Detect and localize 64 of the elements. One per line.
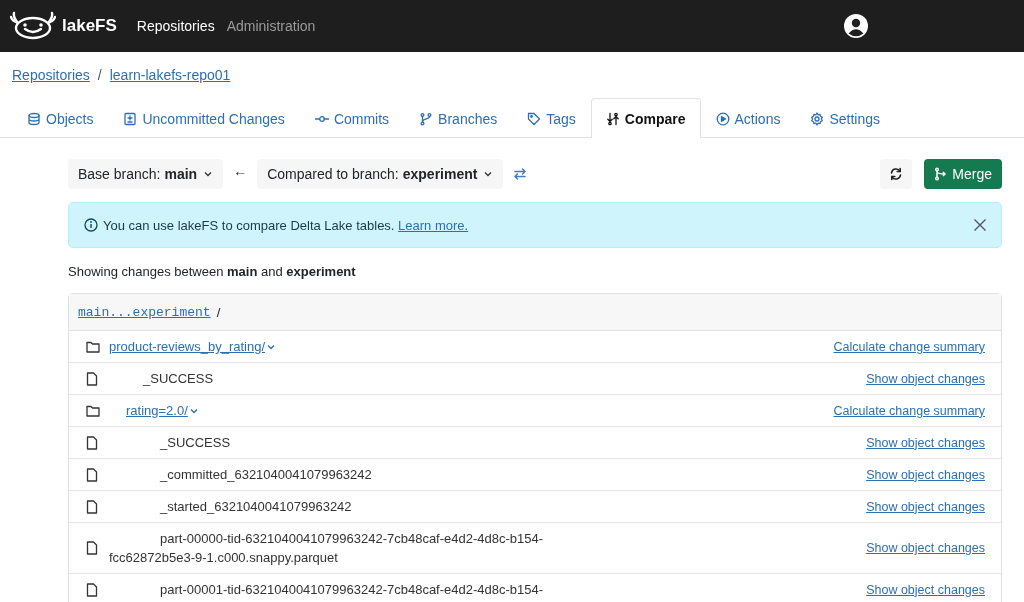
tab[interactable]: Actions xyxy=(700,98,796,138)
merge-button[interactable]: Merge xyxy=(924,159,1002,189)
folder-link[interactable]: rating=2.0/ xyxy=(109,403,199,418)
swap-icon[interactable] xyxy=(513,167,528,181)
tag-icon xyxy=(527,111,542,126)
branch-icon xyxy=(419,111,434,126)
row-action-link[interactable]: Show object changes xyxy=(866,435,985,450)
close-icon[interactable] xyxy=(973,218,987,232)
tab[interactable]: Settings xyxy=(795,98,896,138)
tab[interactable]: Objects xyxy=(12,98,109,138)
folder-link[interactable]: product-reviews_by_rating/ xyxy=(109,339,277,354)
compare-arrows-icon xyxy=(605,111,620,126)
document-plus-icon xyxy=(123,111,138,126)
tab[interactable]: Branches xyxy=(404,98,513,138)
tab[interactable]: Commits xyxy=(299,98,405,138)
file-name: _started_6321040041079963242 xyxy=(158,498,353,516)
file-icon xyxy=(86,582,100,597)
breadcrumb-link[interactable]: learn-lakefs-repo01 xyxy=(109,67,231,89)
learn-more-link[interactable]: Learn more. xyxy=(398,217,469,233)
play-circle-icon xyxy=(715,111,730,126)
row-action-link[interactable]: Show object changes xyxy=(866,467,985,482)
file-name: _committed_6321040041079963242 xyxy=(158,466,373,484)
row-action-link[interactable]: Calculate change summary xyxy=(833,339,985,354)
user-avatar-icon[interactable] xyxy=(844,14,868,38)
file-name: part-00001-tid-6321040041079963242-7cb48caf-e4d2-4d8c-b154- xyxy=(159,581,545,599)
breadcrumb-separator: / xyxy=(97,67,102,85)
chevron-down-icon xyxy=(483,169,494,179)
file-name: _SUCCESS xyxy=(141,370,215,388)
tab[interactable]: Uncommitted Changes xyxy=(108,98,300,138)
file-icon xyxy=(86,499,100,514)
base-branch-dropdown[interactable]: Base branch: main xyxy=(68,159,224,189)
tab[interactable]: Compare xyxy=(590,98,701,138)
row-action-link[interactable]: Show object changes xyxy=(866,499,985,514)
folder-icon xyxy=(86,340,100,353)
file-icon xyxy=(86,541,100,555)
settings-icon xyxy=(810,111,825,126)
nav-link[interactable]: Repositories xyxy=(136,18,215,34)
row-action-link[interactable]: Show object changes xyxy=(866,582,985,597)
brand-name[interactable]: lakeFS xyxy=(62,16,117,36)
file-icon xyxy=(86,467,100,482)
refresh-button[interactable] xyxy=(880,159,913,189)
row-action-link[interactable]: Show object changes xyxy=(866,371,985,386)
row-action-link[interactable]: Show object changes xyxy=(866,541,985,555)
file-name: part-00000-tid-6321040041079963242-7cb48caf-e4d2-4d8c-b154-fcc62872b5e3-9-1.c000.snappy.parquet xyxy=(109,530,545,567)
chevron-down-icon xyxy=(203,169,214,179)
tab[interactable]: Tags xyxy=(512,98,591,138)
alert-message: You can use lakeFS to compare Delta Lake tables. Learn more. xyxy=(103,217,469,233)
file-name: _SUCCESS xyxy=(158,434,232,452)
info-icon xyxy=(84,218,98,232)
path-separator: / xyxy=(216,304,221,320)
comparison-summary: Showing changes between main and experiment xyxy=(68,264,357,280)
nav-link[interactable]: Administration xyxy=(226,18,316,34)
path-link[interactable]: main...experiment xyxy=(78,304,211,320)
compared-branch-dropdown[interactable]: Compared to branch: experiment xyxy=(257,159,504,189)
breadcrumb-link[interactable]: Repositories xyxy=(12,67,90,89)
file-icon xyxy=(86,371,100,386)
folder-icon xyxy=(86,404,100,417)
direction-arrow: ← xyxy=(233,163,248,179)
merge-icon xyxy=(934,167,949,181)
refresh-icon xyxy=(889,167,904,181)
database-icon xyxy=(27,111,41,126)
axolotl-logo-icon xyxy=(10,11,56,41)
file-icon xyxy=(86,435,100,450)
row-action-link[interactable]: Calculate change summary xyxy=(833,403,985,418)
